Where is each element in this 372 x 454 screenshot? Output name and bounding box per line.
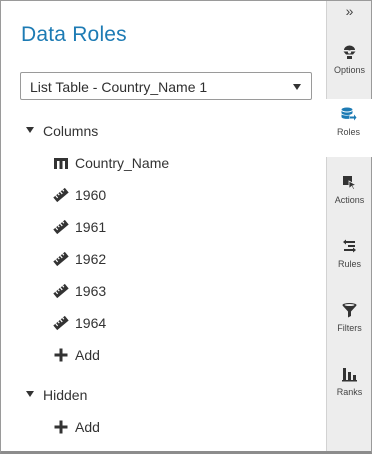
add-label: Add bbox=[75, 419, 100, 435]
measure-icon bbox=[53, 283, 69, 299]
plus-icon bbox=[54, 420, 68, 434]
measure-icon bbox=[53, 187, 69, 203]
tab-label: Options bbox=[333, 65, 366, 75]
tab-roles[interactable]: Roles bbox=[326, 99, 372, 157]
column-item-country-name[interactable]: Country_Name bbox=[53, 152, 293, 174]
column-item-1964[interactable]: 1964 bbox=[53, 312, 293, 334]
collapse-triangle-icon bbox=[26, 391, 34, 397]
column-item-1962[interactable]: 1962 bbox=[53, 248, 293, 270]
tab-label: Filters bbox=[337, 323, 362, 333]
columns-group-label: Columns bbox=[43, 123, 99, 139]
plus-icon bbox=[54, 348, 68, 362]
column-item-label: 1963 bbox=[75, 283, 107, 299]
rules-icon bbox=[343, 239, 356, 253]
column-item-label: 1964 bbox=[75, 315, 107, 331]
tab-label: Ranks bbox=[336, 387, 363, 397]
tab-label: Rules bbox=[337, 259, 361, 269]
column-item-label: 1962 bbox=[75, 251, 107, 267]
collapse-pane-button[interactable]: » bbox=[327, 3, 372, 25]
column-item-label: 1960 bbox=[75, 187, 107, 203]
tab-label: Roles bbox=[336, 127, 360, 137]
category-icon bbox=[54, 158, 68, 169]
ranks-icon bbox=[342, 368, 357, 382]
collapse-triangle-icon bbox=[26, 127, 34, 133]
data-roles-panel: Data Roles List Table - Country_Name 1 C… bbox=[1, 1, 325, 451]
columns-add-button[interactable]: Add bbox=[53, 344, 293, 366]
right-pane-tab-rail: » Options Roles Actions Rules Filters Ra… bbox=[326, 1, 372, 451]
options-icon bbox=[343, 45, 356, 59]
column-item-1963[interactable]: 1963 bbox=[53, 280, 293, 302]
filter-icon bbox=[342, 303, 357, 318]
measure-icon bbox=[53, 251, 69, 267]
chevron-down-icon bbox=[293, 84, 301, 90]
add-label: Add bbox=[75, 347, 100, 363]
tab-rules[interactable]: Rules bbox=[327, 231, 372, 289]
column-item-1960[interactable]: 1960 bbox=[53, 184, 293, 206]
tab-actions[interactable]: Actions bbox=[327, 167, 372, 225]
tab-options[interactable]: Options bbox=[327, 37, 372, 95]
object-select[interactable]: List Table - Country_Name 1 bbox=[20, 72, 312, 100]
actions-icon bbox=[343, 176, 358, 191]
hidden-add-button[interactable]: Add bbox=[53, 416, 293, 438]
measure-icon bbox=[53, 219, 69, 235]
tab-filters[interactable]: Filters bbox=[327, 295, 372, 353]
column-item-1961[interactable]: 1961 bbox=[53, 216, 293, 238]
column-item-label: Country_Name bbox=[75, 155, 170, 171]
column-item-label: 1961 bbox=[75, 219, 107, 235]
roles-icon bbox=[341, 107, 357, 121]
object-select-value: List Table - Country_Name 1 bbox=[30, 79, 208, 95]
double-chevron-right-icon: » bbox=[345, 3, 354, 19]
panel-title: Data Roles bbox=[21, 23, 127, 46]
tab-ranks[interactable]: Ranks bbox=[327, 359, 372, 417]
measure-icon bbox=[53, 315, 69, 331]
hidden-group-label: Hidden bbox=[43, 387, 88, 403]
tab-label: Actions bbox=[334, 195, 365, 205]
